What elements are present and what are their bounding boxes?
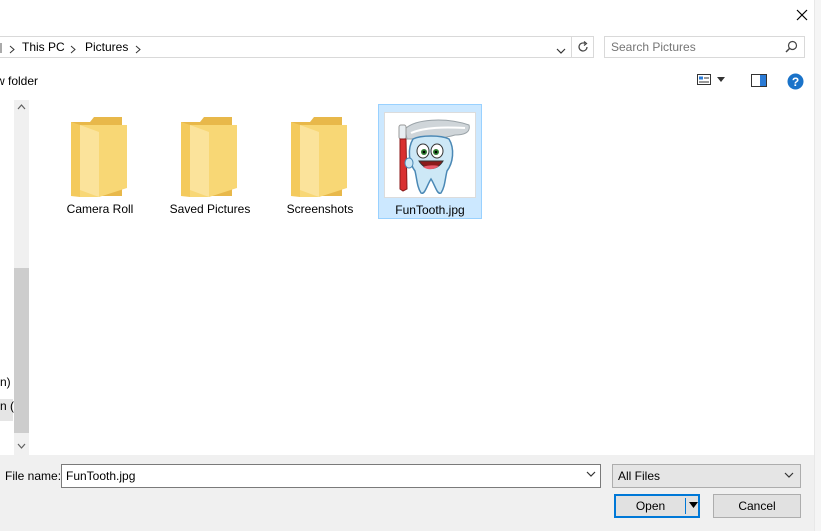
address-history-chevron-icon[interactable] (556, 44, 566, 58)
folder-item-saved-pictures[interactable]: Saved Pictures (158, 104, 262, 219)
preview-pane-button[interactable] (751, 74, 767, 90)
item-label: Screenshots (286, 202, 354, 216)
change-view-button[interactable] (697, 74, 725, 85)
view-icon (697, 74, 711, 85)
breadcrumb-separator-icon (70, 43, 76, 57)
window-right-edge (814, 0, 821, 531)
folder-item-screenshots[interactable]: Screenshots (268, 104, 372, 219)
breadcrumb-pictures[interactable]: Pictures (85, 40, 128, 54)
help-icon: ? (787, 73, 804, 90)
split-separator (685, 498, 686, 514)
dropdown-arrow-icon (717, 77, 725, 82)
item-label: Camera Roll (66, 202, 134, 216)
tooth-cartoon-icon (398, 119, 470, 194)
item-label: Saved Pictures (169, 202, 251, 216)
scroll-down-icon[interactable] (17, 443, 26, 449)
folder-item-camera-roll[interactable]: Camera Roll (48, 104, 152, 219)
chevron-down-icon (784, 472, 794, 478)
file-name-label: File name: (5, 469, 62, 483)
search-input[interactable] (611, 39, 781, 55)
file-type-select[interactable]: All Files (612, 464, 801, 488)
search-box[interactable] (604, 36, 805, 58)
item-label: FunTooth.jpg (395, 203, 465, 217)
breadcrumb-this-pc[interactable]: This PC (22, 40, 65, 54)
chevron-down-icon[interactable] (586, 471, 596, 478)
new-folder-button[interactable]: w folder (0, 74, 38, 88)
dropdown-arrow-icon[interactable] (689, 502, 698, 508)
breadcrumb-separator-icon (9, 43, 15, 57)
file-name-input[interactable] (66, 468, 566, 484)
search-icon[interactable] (785, 40, 798, 56)
folder-icon (181, 117, 237, 197)
preview-pane-icon (751, 74, 767, 87)
nav-scrollbar-thumb[interactable] (14, 268, 29, 433)
folder-icon (71, 117, 127, 197)
open-button-label: Open (635, 499, 666, 513)
nav-item-fragment[interactable]: n ( (0, 399, 14, 413)
help-button[interactable]: ? (787, 73, 804, 93)
address-left-edge-icon (0, 37, 4, 60)
image-thumbnail (384, 112, 476, 198)
breadcrumb-separator-icon[interactable] (135, 43, 141, 57)
file-type-value: All Files (618, 469, 661, 483)
close-icon (796, 9, 808, 21)
cancel-button[interactable]: Cancel (713, 494, 801, 518)
open-button[interactable]: Open (614, 494, 700, 518)
refresh-icon (577, 41, 588, 52)
file-name-combobox[interactable] (61, 464, 601, 488)
file-item-funtooth[interactable]: FunTooth.jpg (378, 104, 482, 219)
svg-text:?: ? (792, 75, 799, 89)
address-bar[interactable]: This PC Pictures (0, 36, 572, 58)
folder-icon (291, 117, 347, 197)
scroll-up-icon[interactable] (17, 104, 26, 110)
refresh-button[interactable] (572, 36, 594, 58)
